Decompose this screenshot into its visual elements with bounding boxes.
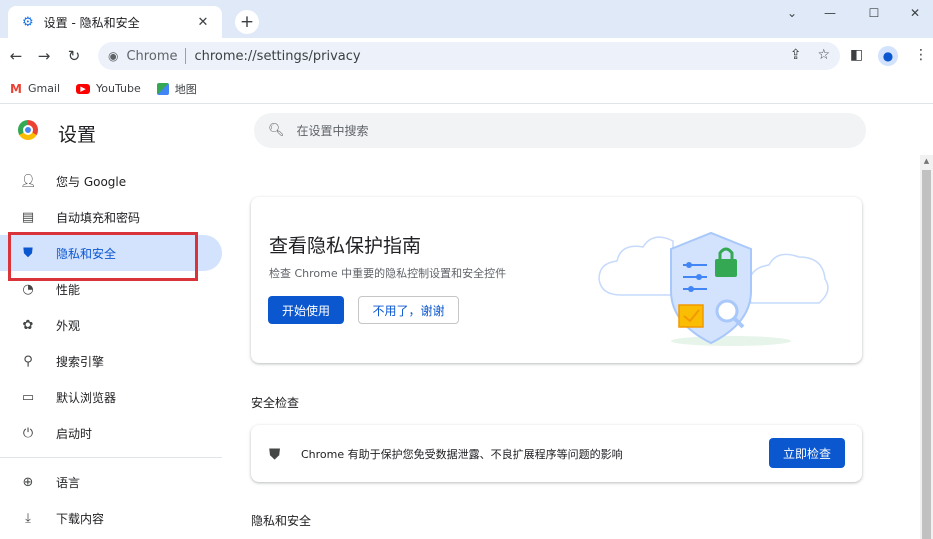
back-button[interactable]: ← — [4, 44, 28, 68]
maximize-button[interactable]: ☐ — [856, 0, 892, 26]
annotation-highlight-box — [8, 232, 198, 281]
share-icon[interactable]: ⇪ — [790, 47, 802, 63]
sidebar-item-search-engine[interactable]: ⚲ 搜索引擎 — [0, 343, 222, 379]
power-icon: ⏻ — [22, 425, 34, 441]
browser-icon: ▭ — [21, 389, 35, 405]
sidebar: 👤︎ 您与 Google ▤ 自动填充和密码 ⛊ 隐私和安全 ◔ 性能 ✿ 外观… — [0, 163, 222, 536]
sidebar-item-you-and-google[interactable]: 👤︎ 您与 Google — [0, 163, 222, 199]
gmail-icon: M — [10, 81, 22, 96]
sidebar-item-label: 下载内容 — [56, 511, 105, 526]
speedometer-icon: ◔ — [22, 281, 34, 297]
minimize-button[interactable]: — — [812, 0, 848, 26]
sidebar-item-default-browser[interactable]: ▭ 默认浏览器 — [0, 379, 222, 415]
forward-button[interactable]: → — [32, 44, 56, 68]
tab-title: 设置 - 隐私和安全 — [43, 15, 140, 30]
shield-check-icon: ⛊ — [269, 445, 281, 463]
safety-check-card: ⛊ Chrome 有助于保护您免受数据泄露、不良扩展程序等问题的影响 立即检查 — [251, 425, 862, 482]
clipboard-icon: ▤ — [21, 209, 35, 225]
globe-icon: ⊕ — [22, 474, 34, 490]
sidebar-item-languages[interactable]: ⊕ 语言 — [0, 464, 222, 500]
page-title: 设置 — [58, 124, 97, 146]
sidebar-item-label: 外观 — [56, 318, 81, 333]
address-bar[interactable]: ◉ Chrome chrome://settings/privacy ⇪ ☆ — [98, 42, 840, 70]
search-icon: ⚲ — [23, 353, 33, 369]
bookmark-gmail[interactable]: M Gmail — [10, 82, 60, 96]
sidebar-item-label: 启动时 — [56, 426, 93, 441]
settings-search[interactable]: 🔍︎ — [254, 113, 866, 148]
start-guide-button[interactable]: 开始使用 — [268, 296, 344, 324]
privacy-guide-card: 查看隐私保护指南 检查 Chrome 中重要的隐私控制设置和安全控件 开始使用 … — [251, 197, 862, 363]
bookmarks-bar: M Gmail ▶ YouTube 地图 — [0, 74, 933, 104]
download-icon: ⤓ — [25, 510, 31, 526]
sidebar-item-label: 您与 Google — [56, 174, 127, 189]
promo-subtitle: 检查 Chrome 中重要的隐私控制设置和安全控件 — [269, 267, 507, 280]
new-tab-button[interactable]: + — [235, 10, 259, 34]
site-name: Chrome — [126, 48, 178, 64]
sidebar-item-label: 默认浏览器 — [56, 390, 117, 405]
bookmark-label: YouTube — [96, 82, 141, 95]
chrome-logo-icon — [18, 120, 38, 140]
sidebar-item-label: 自动填充和密码 — [56, 210, 141, 225]
address-separator — [185, 48, 187, 64]
bookmark-label: 地图 — [174, 82, 197, 96]
scroll-up-arrow-icon[interactable]: ▲ — [920, 155, 933, 168]
close-window-button[interactable]: ✕ — [897, 0, 933, 26]
dismiss-guide-button[interactable]: 不用了，谢谢 — [358, 296, 459, 324]
youtube-icon: ▶ — [76, 83, 91, 94]
palette-icon: ✿ — [22, 317, 34, 333]
bookmark-youtube[interactable]: ▶ YouTube — [76, 82, 141, 95]
url-text[interactable]: chrome://settings/privacy — [194, 49, 360, 64]
star-icon[interactable]: ☆ — [817, 47, 830, 63]
sidebar-item-downloads[interactable]: ⤓ 下载内容 — [0, 500, 222, 536]
chrome-icon: ◉ — [108, 49, 119, 63]
sidebar-divider — [0, 457, 222, 458]
tab-settings[interactable]: ⚙ 设置 - 隐私和安全 ✕ — [8, 6, 222, 38]
toolbar: ← → ↻ ◉ Chrome chrome://settings/privacy… — [0, 38, 933, 74]
search-icon: 🔍︎ — [268, 123, 285, 138]
bookmark-label: Gmail — [27, 82, 61, 95]
sidebar-item-appearance[interactable]: ✿ 外观 — [0, 307, 222, 343]
search-input[interactable] — [296, 123, 797, 138]
sidebar-item-label: 搜索引擎 — [56, 354, 105, 369]
chevron-down-icon[interactable]: ⌄ — [774, 0, 810, 26]
safety-check-description: Chrome 有助于保护您免受数据泄露、不良扩展程序等问题的影响 — [301, 448, 623, 461]
tab-strip: ⚙ 设置 - 隐私和安全 ✕ + ⌄ — ☐ ✕ — [0, 0, 933, 38]
safety-check-heading: 安全检查 — [251, 396, 300, 410]
scrollbar-thumb[interactable] — [922, 170, 931, 539]
sidebar-item-label: 性能 — [56, 282, 81, 297]
sidebar-item-on-startup[interactable]: ⏻ 启动时 — [0, 415, 222, 451]
reload-button[interactable]: ↻ — [62, 44, 86, 68]
sidebar-item-label: 语言 — [56, 475, 81, 490]
sidebar-item-autofill[interactable]: ▤ 自动填充和密码 — [0, 199, 222, 235]
check-now-button[interactable]: 立即检查 — [769, 438, 845, 468]
promo-title: 查看隐私保护指南 — [269, 235, 422, 257]
privacy-section-heading: 隐私和安全 — [251, 514, 312, 528]
profile-avatar-icon[interactable]: ● — [878, 46, 898, 66]
maps-icon — [156, 82, 169, 95]
privacy-guide-illustration — [598, 231, 829, 346]
more-menu-icon[interactable]: ⋮ — [914, 47, 928, 63]
gear-icon: ⚙ — [22, 14, 34, 30]
bookmark-maps[interactable]: 地图 — [156, 81, 197, 97]
person-icon: 👤︎ — [20, 173, 37, 189]
side-panel-icon[interactable]: ◧ — [850, 47, 863, 63]
close-icon[interactable]: ✕ — [194, 15, 212, 30]
